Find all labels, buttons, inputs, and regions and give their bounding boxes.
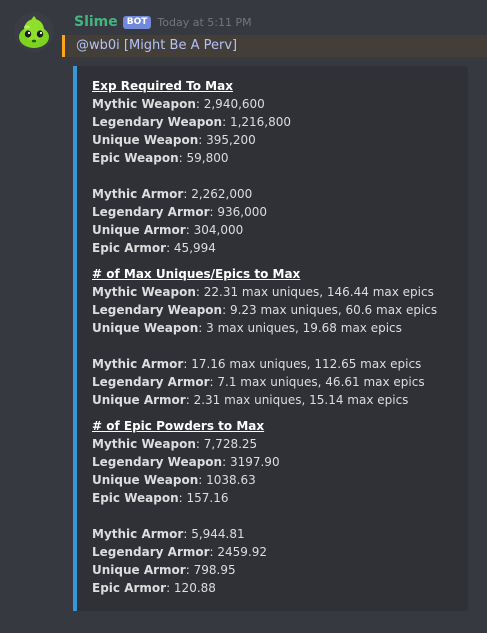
row-key: Epic Weapon xyxy=(92,491,179,505)
row-value: 3197.90 xyxy=(229,455,280,469)
row-key: Epic Weapon xyxy=(92,151,179,165)
embed-row: Unique Weapon: 3 max uniques, 19.68 max … xyxy=(92,321,402,335)
embed-section-exp: Exp Required To Max Mythic Weapon: 2,940… xyxy=(92,77,291,257)
row-value: 17.16 max uniques, 112.65 max epics xyxy=(191,357,422,371)
embed-row: Legendary Weapon: 1,216,800 xyxy=(92,115,292,129)
row-key: Legendary Weapon xyxy=(92,303,223,317)
embed: Exp Required To Max Mythic Weapon: 2,940… xyxy=(73,66,468,611)
row-value: 2,940,600 xyxy=(203,97,265,111)
message-timestamp[interactable]: Today at 5:11 PM xyxy=(157,16,251,29)
embed-row: Mythic Armor: 17.16 max uniques, 112.65 … xyxy=(92,357,422,371)
embed-row: Legendary Armor: 936,000 xyxy=(92,205,268,219)
embed-row: Unique Weapon: 395,200 xyxy=(92,133,256,147)
embed-row: Legendary Weapon: 9.23 max uniques, 60.6… xyxy=(92,303,438,317)
row-value: 45,994 xyxy=(173,241,216,255)
embed-row: Legendary Armor: 2459.92 xyxy=(92,545,268,559)
row-value: 798.95 xyxy=(193,563,236,577)
message-header: Slime BOT Today at 5:11 PM xyxy=(74,12,252,32)
row-value: 9.23 max uniques, 60.6 max epics xyxy=(229,303,438,317)
user-mention[interactable]: @wb0i [Might Be A Perv] xyxy=(76,37,237,55)
row-key: Mythic Weapon xyxy=(92,437,196,451)
row-key: Legendary Armor xyxy=(92,205,210,219)
row-value: 7.1 max uniques, 46.61 max epics xyxy=(217,375,425,389)
row-key: Legendary Weapon xyxy=(92,455,223,469)
embed-row: Mythic Weapon: 7,728.25 xyxy=(92,437,258,451)
row-value: 59,800 xyxy=(186,151,229,165)
section-title: # of Epic Powders to Max xyxy=(92,419,265,433)
section-title: Exp Required To Max xyxy=(92,79,233,93)
row-key: Legendary Weapon xyxy=(92,115,223,129)
embed-row: Unique Armor: 304,000 xyxy=(92,223,244,237)
row-value: 2,262,000 xyxy=(191,187,253,201)
row-key: Legendary Armor xyxy=(92,545,210,559)
embed-row: Legendary Weapon: 3197.90 xyxy=(92,455,280,469)
chat-message: Slime BOT Today at 5:11 PM @wb0i [Might … xyxy=(0,0,487,633)
slime-avatar-icon[interactable] xyxy=(14,12,54,52)
embed-row: Mythic Weapon: 2,940,600 xyxy=(92,97,265,111)
author-name[interactable]: Slime xyxy=(74,14,118,30)
row-value: 7,728.25 xyxy=(203,437,258,451)
embed-row: Epic Weapon: 59,800 xyxy=(92,151,229,165)
row-key: Unique Armor xyxy=(92,223,186,237)
row-key: Unique Weapon xyxy=(92,133,199,147)
embed-row: Unique Armor: 798.95 xyxy=(92,563,236,577)
row-value: 157.16 xyxy=(186,491,229,505)
row-key: Legendary Armor xyxy=(92,375,210,389)
row-key: Mythic Armor xyxy=(92,187,184,201)
embed-row: Legendary Armor: 7.1 max uniques, 46.61 … xyxy=(92,375,425,389)
embed-row: Epic Armor: 45,994 xyxy=(92,241,216,255)
row-key: Epic Armor xyxy=(92,241,167,255)
row-key: Mythic Armor xyxy=(92,527,184,541)
row-key: Unique Weapon xyxy=(92,473,199,487)
embed-row: Mythic Armor: 2,262,000 xyxy=(92,187,253,201)
row-value: 3 max uniques, 19.68 max epics xyxy=(206,321,402,335)
embed-row: Unique Weapon: 1038.63 xyxy=(92,473,256,487)
embed-row: Epic Armor: 120.88 xyxy=(92,581,216,595)
row-key: Mythic Weapon xyxy=(92,285,196,299)
embed-row: Epic Weapon: 157.16 xyxy=(92,491,229,505)
row-key: Epic Armor xyxy=(92,581,167,595)
embed-row: Unique Armor: 2.31 max uniques, 15.14 ma… xyxy=(92,393,409,407)
row-key: Mythic Armor xyxy=(92,357,184,371)
row-value: 5,944.81 xyxy=(191,527,245,541)
section-title: # of Max Uniques/Epics to Max xyxy=(92,267,301,281)
row-value: 304,000 xyxy=(193,223,244,237)
row-value: 936,000 xyxy=(217,205,268,219)
row-value: 1038.63 xyxy=(206,473,256,487)
row-value: 2459.92 xyxy=(217,545,268,559)
mention-highlight: @wb0i [Might Be A Perv] xyxy=(62,35,487,57)
row-value: 2.31 max uniques, 15.14 max epics xyxy=(193,393,409,407)
row-value: 1,216,800 xyxy=(229,115,292,129)
row-key: Mythic Weapon xyxy=(92,97,196,111)
row-value: 395,200 xyxy=(206,133,256,147)
row-key: Unique Armor xyxy=(92,563,186,577)
row-value: 22.31 max uniques, 146.44 max epics xyxy=(203,285,434,299)
embed-row: Mythic Armor: 5,944.81 xyxy=(92,527,245,541)
row-value: 120.88 xyxy=(173,581,216,595)
embed-section-max-items: # of Max Uniques/Epics to Max Mythic Wea… xyxy=(92,265,437,409)
embed-row: Mythic Weapon: 22.31 max uniques, 146.44… xyxy=(92,285,434,299)
embed-section-powders: # of Epic Powders to Max Mythic Weapon: … xyxy=(92,417,280,597)
row-key: Unique Weapon xyxy=(92,321,199,335)
bot-badge: BOT xyxy=(122,15,152,29)
row-key: Unique Armor xyxy=(92,393,186,407)
